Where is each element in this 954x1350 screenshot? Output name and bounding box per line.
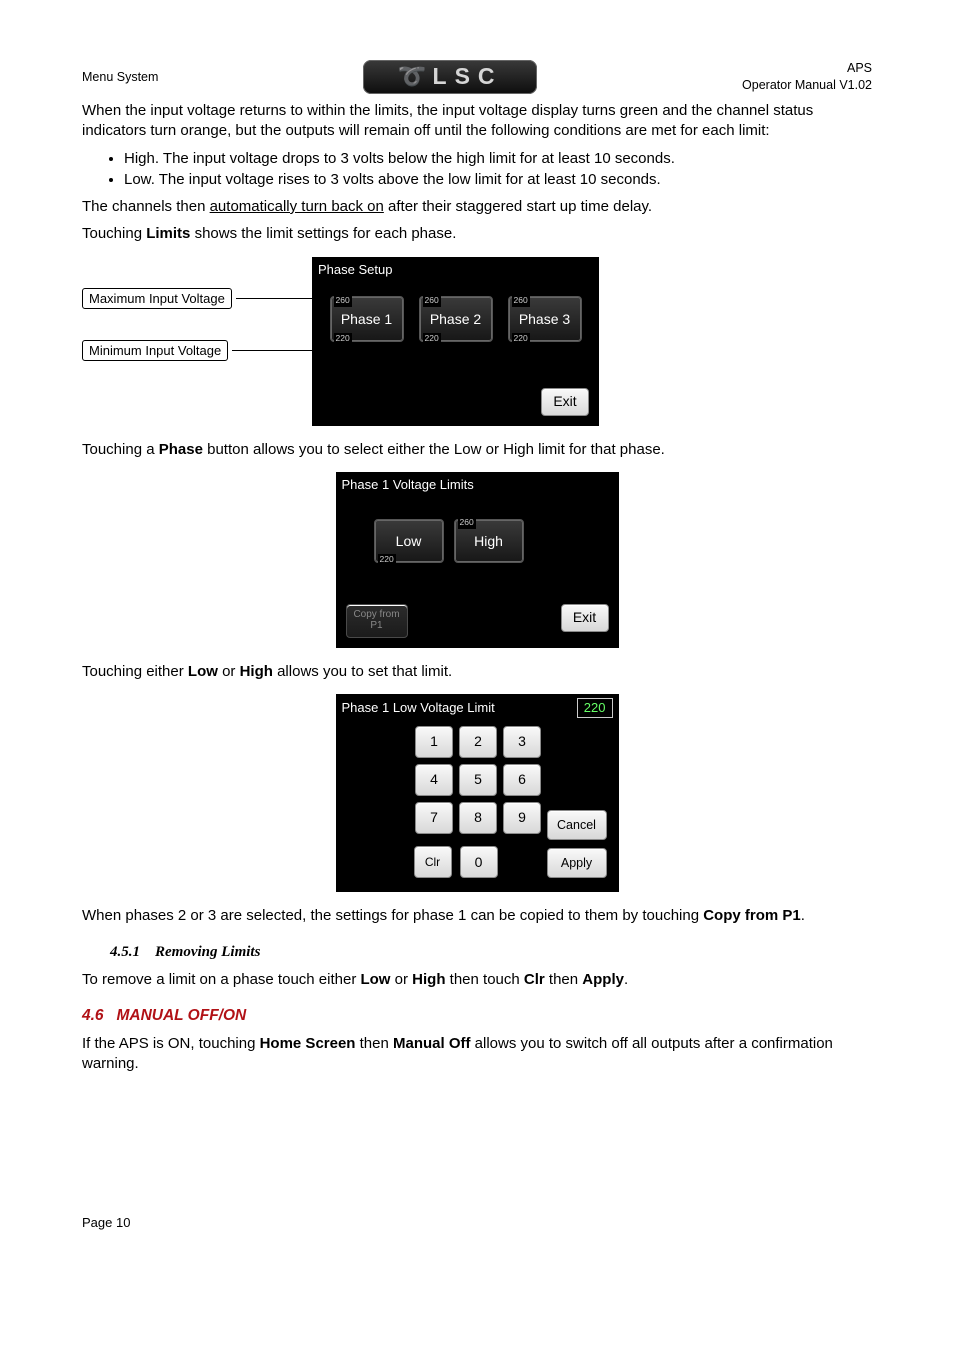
phase-select-paragraph: Touching a Phase button allows you to se… [82, 440, 872, 460]
figure-voltage-limits: Phase 1 Voltage Limits Low 220 260 High … [82, 472, 872, 648]
low-voltage-limit-panel: Phase 1 Low Voltage Limit 220 1 2 3 4 5 … [336, 694, 619, 892]
phase-3-button[interactable]: 260 Phase 3 220 [508, 296, 582, 342]
cancel-button[interactable]: Cancel [547, 810, 607, 840]
apply-button[interactable]: Apply [547, 848, 607, 878]
manual-off-on-paragraph: If the APS is ON, touching Home Screen t… [82, 1034, 872, 1075]
section-4-6-heading: 4.6 MANUAL OFF/ON [82, 1006, 872, 1027]
intro-paragraph: When the input voltage returns to within… [82, 101, 872, 142]
keypad-3[interactable]: 3 [503, 726, 541, 758]
voltage-limits-panel: Phase 1 Voltage Limits Low 220 260 High … [336, 472, 619, 648]
keypad-5[interactable]: 5 [459, 764, 497, 796]
keypad-0[interactable]: 0 [460, 846, 498, 878]
logo-text: LSC [433, 63, 503, 89]
panel-title: Phase Setup [314, 259, 597, 281]
auto-on-paragraph: The channels then automatically turn bac… [82, 197, 872, 217]
copy-from-p1-button[interactable]: Copy from P1 [346, 604, 408, 638]
header-right: APS Operator Manual V1.02 [742, 60, 872, 94]
callout-max-voltage: Maximum Input Voltage [82, 288, 232, 310]
keypad-4[interactable]: 4 [415, 764, 453, 796]
removing-limits-paragraph: To remove a limit on a phase touch eithe… [82, 970, 872, 990]
product-name: APS [742, 60, 872, 77]
high-limit-button[interactable]: 260 High [454, 519, 524, 563]
keypad-9[interactable]: 9 [503, 802, 541, 834]
panel-title: Phase 1 Low Voltage Limit [342, 699, 495, 717]
exit-button[interactable]: Exit [561, 604, 609, 632]
figure-phase-setup: Maximum Input Voltage Minimum Input Volt… [82, 257, 872, 426]
phase-2-button[interactable]: 260 Phase 2 220 [419, 296, 493, 342]
panel-title: Phase 1 Voltage Limits [338, 474, 617, 496]
section-4-5-1-heading: 4.5.1 Removing Limits [110, 942, 872, 962]
page-header: Menu System ➰LSC APS Operator Manual V1.… [82, 60, 872, 94]
manual-version: Operator Manual V1.02 [742, 77, 872, 94]
figure-keypad: Phase 1 Low Voltage Limit 220 1 2 3 4 5 … [82, 694, 872, 892]
low-limit-button[interactable]: Low 220 [374, 519, 444, 563]
condition-high: High. The input voltage drops to 3 volts… [124, 149, 872, 169]
condition-low: Low. The input voltage rises to 3 volts … [124, 170, 872, 190]
keypad-6[interactable]: 6 [503, 764, 541, 796]
keypad-7[interactable]: 7 [415, 802, 453, 834]
header-left: Menu System [82, 69, 158, 86]
keypad-2[interactable]: 2 [459, 726, 497, 758]
keypad-clr[interactable]: Clr [414, 846, 452, 878]
phase-setup-panel: Phase Setup 260 Phase 1 220 260 Phase 2 … [312, 257, 599, 426]
callout-min-voltage: Minimum Input Voltage [82, 340, 228, 362]
conditions-list: High. The input voltage drops to 3 volts… [124, 149, 872, 191]
page-footer: Page 10 [82, 1214, 872, 1232]
limits-paragraph: Touching Limits shows the limit settings… [82, 224, 872, 244]
limit-value-display: 220 [577, 698, 613, 718]
low-high-paragraph: Touching either Low or High allows you t… [82, 662, 872, 682]
phase-1-button[interactable]: 260 Phase 1 220 [330, 296, 404, 342]
copy-paragraph: When phases 2 or 3 are selected, the set… [82, 906, 872, 926]
logo-swirl-icon: ➰ [398, 63, 427, 89]
keypad-1[interactable]: 1 [415, 726, 453, 758]
keypad-8[interactable]: 8 [459, 802, 497, 834]
exit-button[interactable]: Exit [541, 388, 589, 416]
brand-logo: ➰LSC [363, 60, 537, 94]
